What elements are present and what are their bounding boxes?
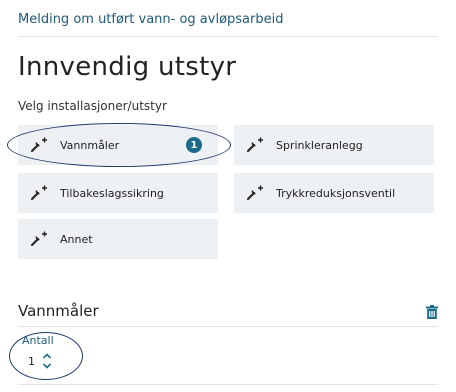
quantity-stepper[interactable]: 1	[22, 350, 68, 372]
wrench-plus-icon	[30, 137, 54, 153]
page-title: Innvendig utstyr	[18, 52, 237, 82]
selection-count-badge: 1	[186, 137, 202, 153]
option-card-vannmaler[interactable]: Vannmåler 1	[18, 125, 218, 165]
selection-label: Velg installasjoner/utstyr	[18, 99, 167, 113]
wrench-plus-icon	[246, 185, 270, 201]
header-divider	[18, 36, 438, 37]
wrench-plus-icon	[246, 137, 270, 153]
wrench-plus-icon	[30, 231, 54, 247]
bottom-divider	[18, 384, 438, 385]
option-label: Annet	[60, 232, 93, 246]
option-label: Trykkreduksjonsventil	[276, 186, 396, 200]
option-card-tilbakeslagssikring[interactable]: Tilbakeslagssikring	[18, 173, 218, 213]
breadcrumb[interactable]: Melding om utført vann- og avløpsarbeid	[18, 12, 283, 27]
option-label: Vannmåler	[60, 138, 120, 152]
option-label: Sprinkleranlegg	[276, 138, 363, 152]
quantity-label: Antall	[22, 334, 54, 347]
section-divider	[18, 326, 438, 327]
option-card-sprinkleranlegg[interactable]: Sprinkleranlegg	[234, 125, 434, 165]
trash-icon[interactable]	[426, 304, 438, 323]
quantity-value[interactable]: 1	[22, 355, 42, 368]
section-title: Vannmåler	[18, 302, 99, 320]
chevron-up-down-icon[interactable]	[42, 352, 52, 370]
option-label: Tilbakeslagssikring	[60, 186, 164, 200]
option-card-annet[interactable]: Annet	[18, 219, 218, 259]
option-card-trykkreduksjonsventil[interactable]: Trykkreduksjonsventil	[234, 173, 434, 213]
wrench-plus-icon	[30, 185, 54, 201]
